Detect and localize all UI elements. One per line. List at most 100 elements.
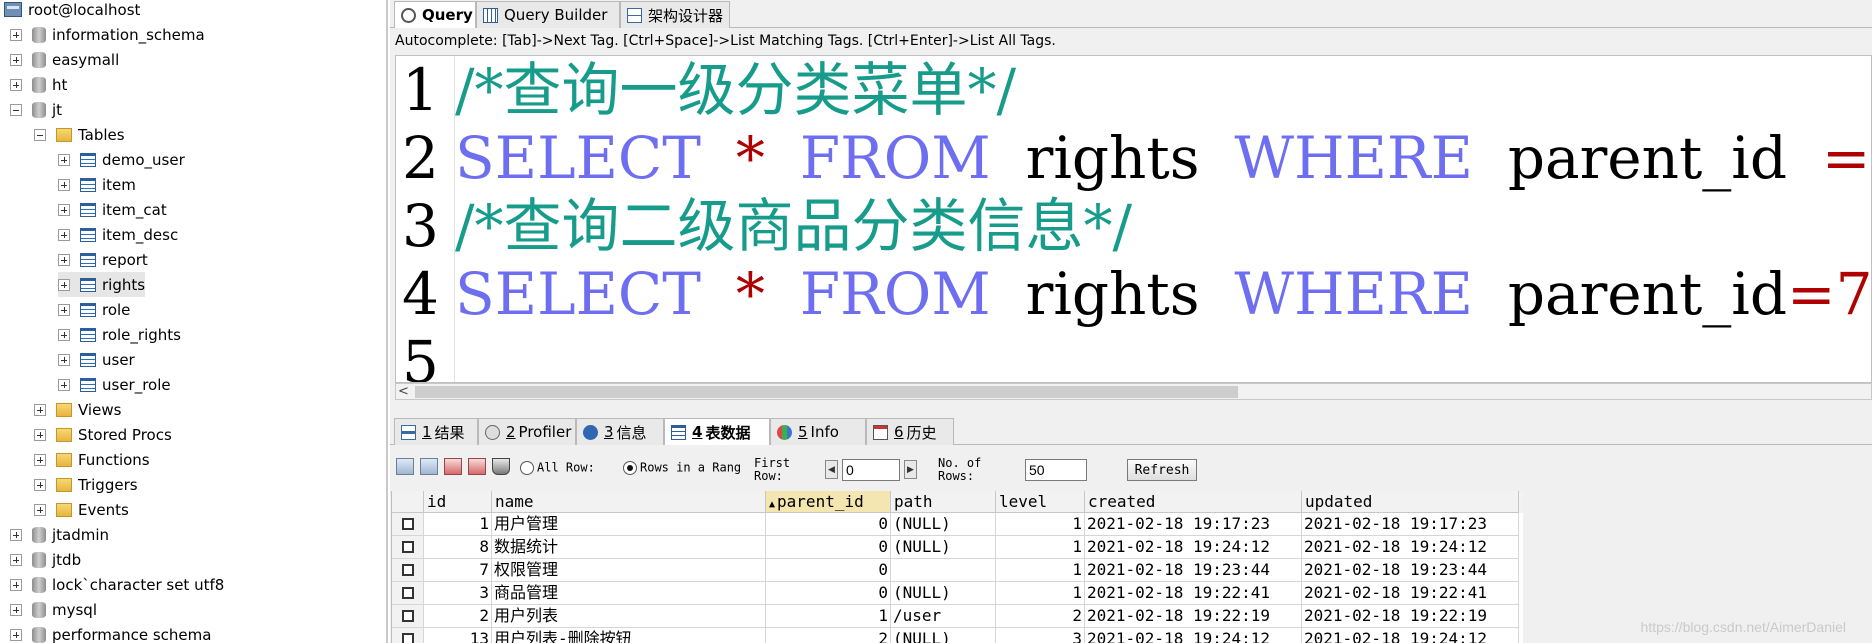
code-line-2[interactable]: SELECT * FROM rights WHERE parent_id = 0 bbox=[455, 124, 1871, 192]
refresh-button[interactable]: Refresh bbox=[1127, 459, 1197, 481]
column-header-level[interactable]: level bbox=[996, 491, 1085, 513]
column-header-name[interactable]: name bbox=[492, 491, 766, 513]
tree-table-item-cat[interactable]: item_cat bbox=[58, 197, 167, 222]
tree-db-performance-schema[interactable]: performance schema bbox=[10, 622, 211, 643]
cell-id[interactable]: 8 bbox=[424, 536, 492, 559]
tab-query-builder[interactable]: Query Builder bbox=[476, 1, 620, 28]
cell-path[interactable]: /user bbox=[891, 605, 996, 628]
tree-table-demo-user[interactable]: demo_user bbox=[58, 147, 185, 172]
cell-parent-id[interactable]: 1 bbox=[766, 605, 891, 628]
cell-path[interactable]: (NULL) bbox=[891, 536, 996, 559]
delete-row-icon[interactable] bbox=[444, 458, 462, 475]
tree-db-jtadmin[interactable]: jtadmin bbox=[10, 522, 109, 547]
table-row[interactable]: 13 用户列表-删除按钮 2 (NULL) 3 2021-02-18 19:24:12 20… bbox=[392, 628, 1523, 643]
cell-path[interactable]: (NULL) bbox=[891, 582, 996, 605]
tab-result[interactable]: 1 结果 bbox=[394, 418, 478, 445]
expand-icon[interactable] bbox=[10, 53, 22, 66]
column-header-created[interactable]: created bbox=[1085, 491, 1302, 513]
cell-id[interactable]: 2 bbox=[424, 605, 492, 628]
cell-name[interactable]: 用户管理 bbox=[492, 513, 766, 536]
row-selector[interactable] bbox=[392, 605, 424, 628]
expand-icon[interactable] bbox=[58, 153, 70, 166]
table-row[interactable]: 7 权限管理 0 1 2021-02-18 19:23:44 2021-02-18 19:… bbox=[392, 559, 1523, 582]
cell-level[interactable]: 1 bbox=[996, 513, 1085, 536]
cell-level[interactable]: 1 bbox=[996, 582, 1085, 605]
cell-parent-id[interactable]: 0 bbox=[766, 513, 891, 536]
cell-path[interactable]: (NULL) bbox=[891, 628, 996, 643]
cell-path[interactable]: (NULL) bbox=[891, 513, 996, 536]
rows-in-range-option[interactable]: Rows in a Rang bbox=[623, 461, 741, 475]
expand-icon[interactable] bbox=[34, 478, 46, 491]
expand-icon[interactable] bbox=[58, 228, 70, 241]
cell-id[interactable]: 3 bbox=[424, 582, 492, 605]
cell-parent-id[interactable]: 0 bbox=[766, 559, 891, 582]
table-row[interactable]: 1 用户管理 0 (NULL) 1 2021-02-18 19:17:23 2021-02-… bbox=[392, 513, 1523, 536]
expand-icon[interactable] bbox=[58, 378, 70, 391]
tab-table-data[interactable]: 4 表数据 bbox=[664, 418, 770, 445]
cell-updated[interactable]: 2021-02-18 19:22:41 bbox=[1302, 582, 1519, 605]
first-row-prev-button[interactable]: ◀ bbox=[825, 460, 838, 479]
cell-created[interactable]: 2021-02-18 19:24:12 bbox=[1085, 628, 1302, 643]
row-selector[interactable] bbox=[392, 513, 424, 536]
expand-icon[interactable] bbox=[34, 503, 46, 516]
row-selector[interactable] bbox=[392, 559, 424, 582]
cell-updated[interactable]: 2021-02-18 19:17:23 bbox=[1302, 513, 1519, 536]
tree-folder-stored-procs[interactable]: Stored Procs bbox=[34, 422, 172, 447]
cell-level[interactable]: 1 bbox=[996, 536, 1085, 559]
cell-updated[interactable]: 2021-02-18 19:24:12 bbox=[1302, 536, 1519, 559]
cell-id[interactable]: 7 bbox=[424, 559, 492, 582]
sql-editor[interactable]: 1 2 3 4 5 /*查询一级分类菜单*/ SELECT * FROM rig… bbox=[395, 55, 1872, 383]
collapse-icon[interactable] bbox=[10, 103, 22, 116]
tree-table-role[interactable]: role bbox=[58, 297, 130, 322]
expand-icon[interactable] bbox=[10, 603, 22, 616]
expand-icon[interactable] bbox=[10, 628, 22, 641]
save-icon[interactable] bbox=[420, 458, 438, 475]
table-row[interactable]: 8 数据统计 0 (NULL) 1 2021-02-18 19:24:12 2021-02-… bbox=[392, 536, 1523, 559]
expand-icon[interactable] bbox=[58, 328, 70, 341]
expand-icon[interactable] bbox=[58, 353, 70, 366]
tree-table-rights[interactable]: rights bbox=[58, 272, 146, 297]
all-rows-option[interactable]: All Row: bbox=[520, 461, 595, 475]
tab-schema-designer[interactable]: 架构设计器 bbox=[620, 1, 730, 28]
cell-id[interactable]: 1 bbox=[424, 513, 492, 536]
row-checkbox-icon[interactable] bbox=[402, 518, 414, 530]
tree-db-information-schema[interactable]: information_schema bbox=[10, 22, 205, 47]
collapse-icon[interactable] bbox=[34, 128, 46, 141]
all-rows-radio[interactable] bbox=[520, 461, 534, 475]
cell-name[interactable]: 商品管理 bbox=[492, 582, 766, 605]
expand-icon[interactable] bbox=[58, 303, 70, 316]
first-row-input[interactable]: 0 bbox=[842, 459, 900, 481]
expand-icon[interactable] bbox=[10, 578, 22, 591]
tree-db-jt[interactable]: jt bbox=[10, 97, 62, 122]
expand-icon[interactable] bbox=[34, 453, 46, 466]
cell-updated[interactable]: 2021-02-18 19:22:19 bbox=[1302, 605, 1519, 628]
row-checkbox-icon[interactable] bbox=[402, 610, 414, 622]
tree-db-lock[interactable]: lock`character set utf8 bbox=[10, 572, 224, 597]
tree-table-item-desc[interactable]: item_desc bbox=[58, 222, 178, 247]
tree-db-mysql[interactable]: mysql bbox=[10, 597, 97, 622]
filter-icon[interactable] bbox=[492, 458, 510, 475]
tree-db-easymall[interactable]: easymall bbox=[10, 47, 119, 72]
tab-messages[interactable]: 3 信息 bbox=[576, 418, 664, 445]
expand-icon[interactable] bbox=[58, 253, 70, 266]
table-row[interactable]: 3 商品管理 0 (NULL) 1 2021-02-18 19:22:41 2021-02-… bbox=[392, 582, 1523, 605]
tree-table-user[interactable]: user bbox=[58, 347, 135, 372]
code-line-1[interactable]: /*查询一级分类菜单*/ bbox=[455, 56, 1016, 124]
row-selector[interactable] bbox=[392, 628, 424, 643]
tree-table-report[interactable]: report bbox=[58, 247, 148, 272]
row-checkbox-icon[interactable] bbox=[402, 564, 414, 576]
expand-icon[interactable] bbox=[58, 278, 70, 291]
expand-icon[interactable] bbox=[34, 403, 46, 416]
cell-created[interactable]: 2021-02-18 19:17:23 bbox=[1085, 513, 1302, 536]
cell-parent-id[interactable]: 0 bbox=[766, 536, 891, 559]
tab-info[interactable]: 5 Info bbox=[770, 418, 866, 445]
tree-table-user-role[interactable]: user_role bbox=[58, 372, 171, 397]
cell-created[interactable]: 2021-02-18 19:22:19 bbox=[1085, 605, 1302, 628]
cell-name[interactable]: 权限管理 bbox=[492, 559, 766, 582]
tree-db-ht[interactable]: ht bbox=[10, 72, 67, 97]
code-area[interactable]: /*查询一级分类菜单*/ SELECT * FROM rights WHERE … bbox=[454, 56, 1871, 382]
row-checkbox-icon[interactable] bbox=[402, 633, 414, 643]
tab-query[interactable]: Query bbox=[394, 1, 476, 28]
tree-folder-events[interactable]: Events bbox=[34, 497, 129, 522]
scroll-left-arrow-icon[interactable]: < bbox=[398, 384, 409, 399]
